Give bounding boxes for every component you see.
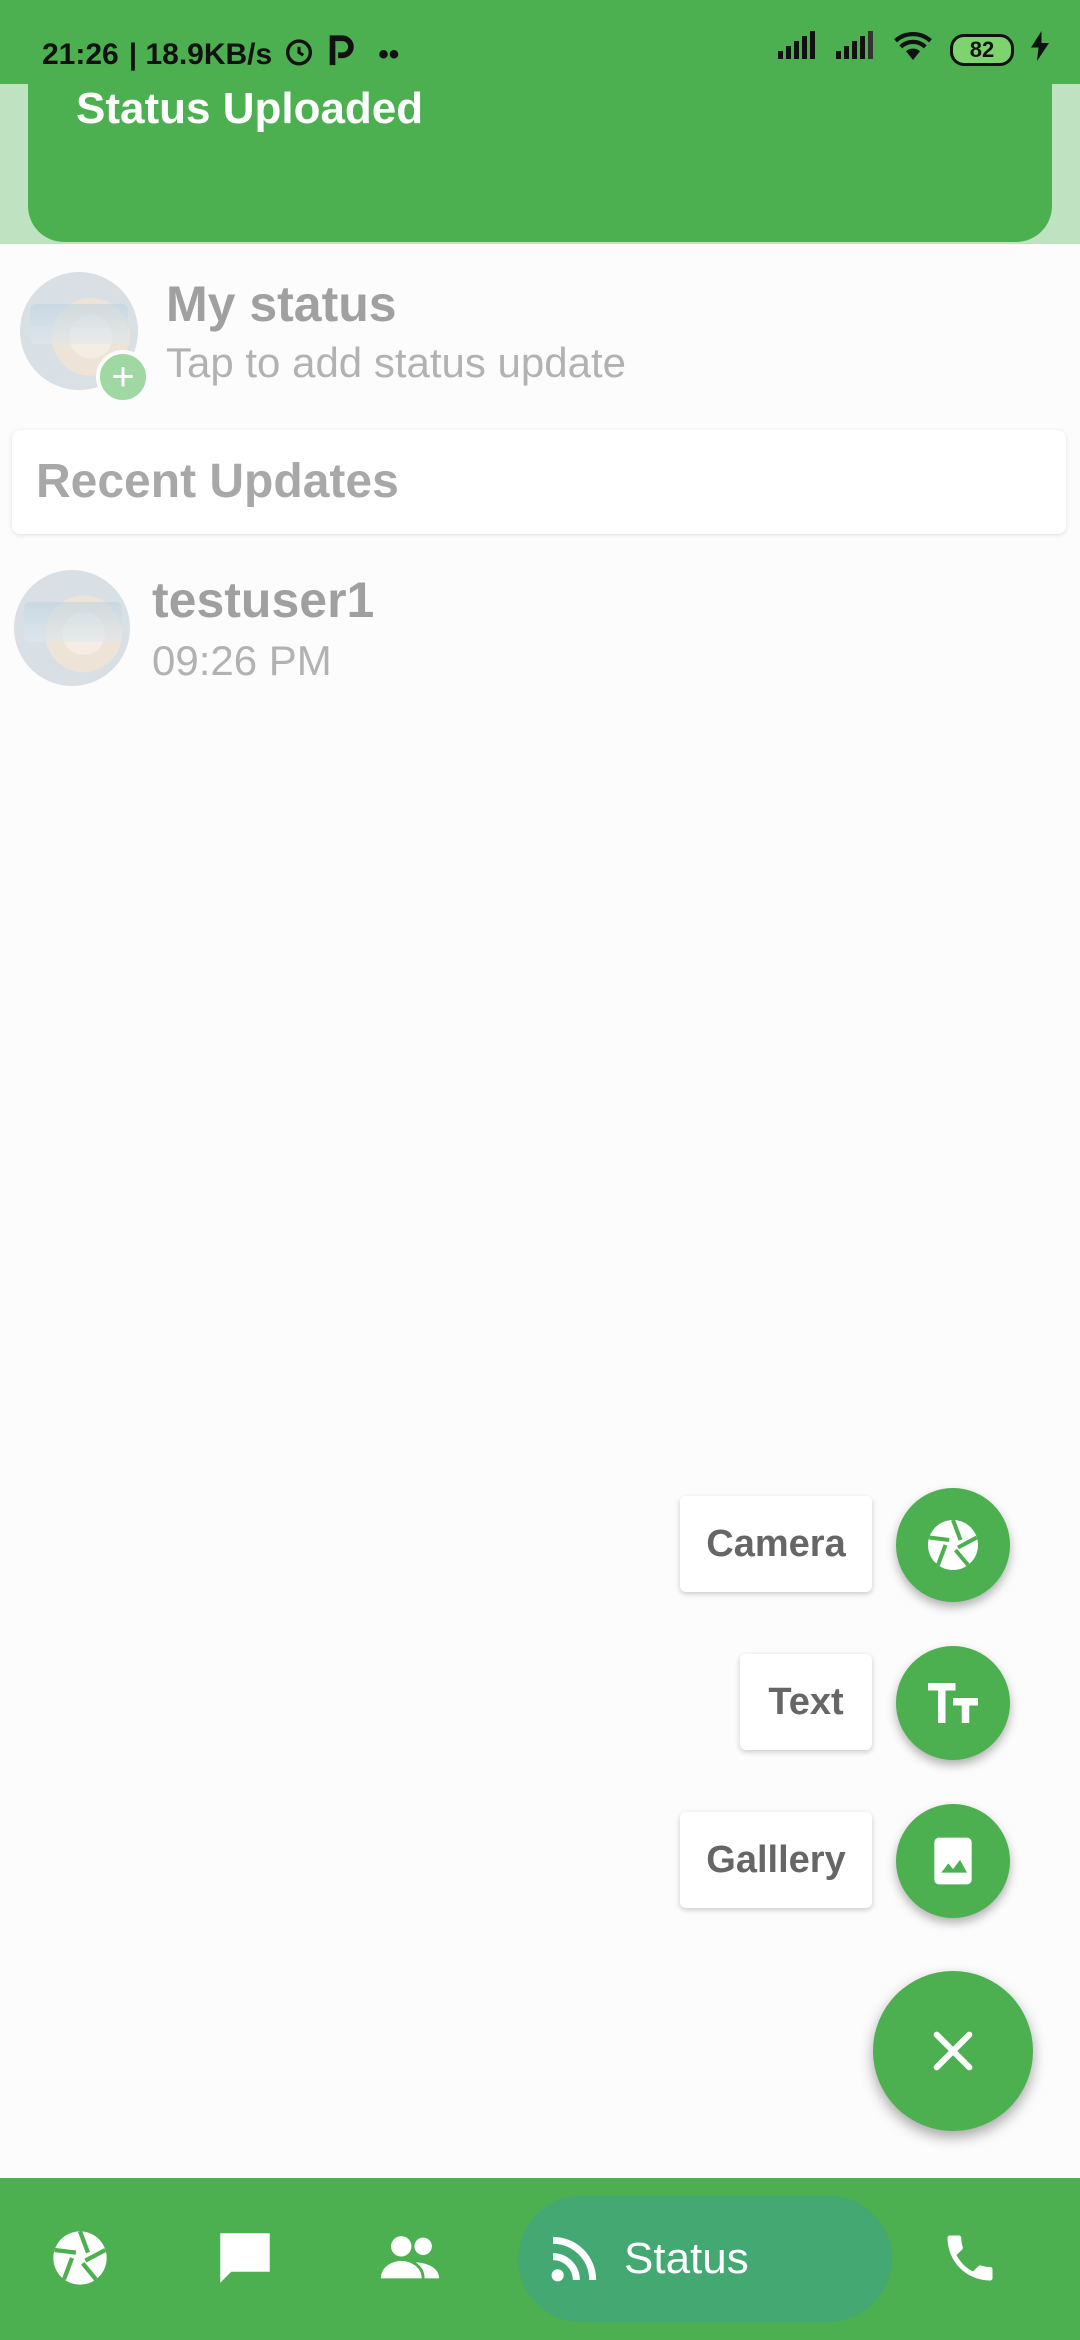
camera-option-label[interactable]: Camera [680,1496,872,1592]
avatar [14,570,130,686]
text-option-label[interactable]: Text [740,1654,872,1750]
network-speed: | 18.9KB/s [128,38,273,71]
text-fields-icon [928,1683,978,1723]
system-status-bar: 21:26 | 18.9KB/s •• 82 [0,0,1080,84]
my-status-title: My status [166,276,397,332]
add-status-icon: + [96,350,150,404]
close-speed-dial-button[interactable] [873,1971,1033,2131]
nav-calls[interactable] [930,2218,1010,2298]
camera-icon [53,2230,107,2285]
recent-updates-header: Recent Updates [12,430,1066,534]
snackbar-message: Status Uploaded [76,84,424,133]
nav-status[interactable]: Status [518,2196,892,2322]
bottom-navigation: Status [0,2178,1080,2340]
clock: 21:26 [42,38,119,71]
update-user-name: testuser1 [152,572,375,628]
photo-album-icon [934,1837,972,1885]
close-icon [933,2031,973,2071]
nav-groups[interactable] [370,2218,450,2298]
rss-icon [551,2236,597,2282]
parking-app-icon [326,34,356,76]
recent-updates-title: Recent Updates [36,455,399,508]
upload-snackbar: Status Uploaded [28,84,1052,242]
battery-indicator: 82 [950,34,1014,66]
phone-icon [947,2235,993,2281]
signal-icon-2 [834,31,876,69]
camera-option-button[interactable] [896,1488,1010,1602]
camera-shutter-icon [928,1519,978,1570]
text-option-button[interactable] [896,1646,1010,1760]
status-update-row[interactable]: testuser1 09:26 PM [14,570,374,686]
signal-icon [776,31,818,69]
charging-icon [1030,31,1050,69]
alarm-icon [282,34,316,76]
update-time: 09:26 PM [152,637,332,684]
chat-icon [220,2233,270,2283]
nav-camera[interactable] [40,2218,120,2298]
people-icon [380,2236,440,2279]
wifi-icon [892,30,934,70]
gallery-option-button[interactable] [896,1804,1010,1918]
gallery-option-label[interactable]: Galllery [680,1812,872,1908]
nav-status-label: Status [624,2234,749,2283]
nav-chats[interactable] [205,2218,285,2298]
notification-dots: •• [378,38,400,71]
my-status-subtitle: Tap to add status update [166,339,627,386]
my-status-row[interactable]: + My status Tap to add status update [20,272,627,404]
